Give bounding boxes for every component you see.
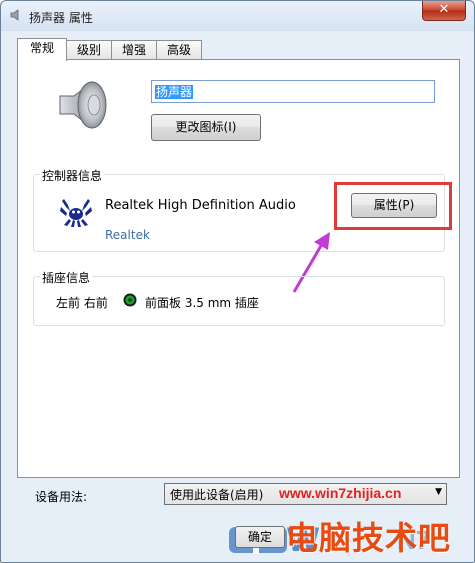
speaker-small-icon [10,9,19,21]
watermark-brand: 电脑技术吧 [286,519,452,557]
device-name-value: 扬声器 [155,85,194,99]
realtek-crab-icon [60,199,92,227]
chevron-down-icon: ▼ [435,487,442,497]
ok-button[interactable]: 确定 [235,526,285,548]
highlight-box [334,182,452,230]
watermark-url: www.win7zhijia.cn [279,485,402,501]
device-usage-label: 设备用法: [35,490,88,504]
jack-info-title: 插座信息 [40,269,93,286]
jack-info-group: 插座信息 左前 右前 前面板 3.5 mm 插座 [33,269,445,326]
window-title: 扬声器 属性 [29,11,93,25]
controller-device-name: Realtek High Definition Audio [105,198,296,213]
jack-description: 前面板 3.5 mm 插座 [145,296,259,310]
title-bar[interactable]: 扬声器 属性 ✕ [1,1,474,31]
properties-dialog: 扬声器 属性 ✕ 常规 级别 增强 高级 扬声器 更改图标(I) 控制器信息 R… [0,0,475,563]
close-button[interactable]: ✕ [422,1,466,21]
controller-info-title: 控制器信息 [40,167,105,184]
speaker-icon [59,80,107,130]
tab-general[interactable]: 常规 [17,38,67,61]
change-icon-button[interactable]: 更改图标(I) [151,114,261,141]
general-tab-panel: 扬声器 更改图标(I) 控制器信息 Realtek High Definitio… [17,59,460,478]
device-usage-value: 使用此设备(启用) [170,488,264,502]
controller-info-group: 控制器信息 Realtek High Definition Audio Real… [33,167,452,252]
tab-advanced[interactable]: 高级 [156,40,202,60]
jack-positions: 左前 右前 [56,296,108,310]
device-name-input[interactable]: 扬声器 [151,80,435,103]
tab-enhancements[interactable]: 增强 [111,40,157,60]
tab-levels[interactable]: 级别 [66,40,112,60]
green-jack-icon [123,293,137,307]
realtek-link[interactable]: Realtek [105,228,150,242]
